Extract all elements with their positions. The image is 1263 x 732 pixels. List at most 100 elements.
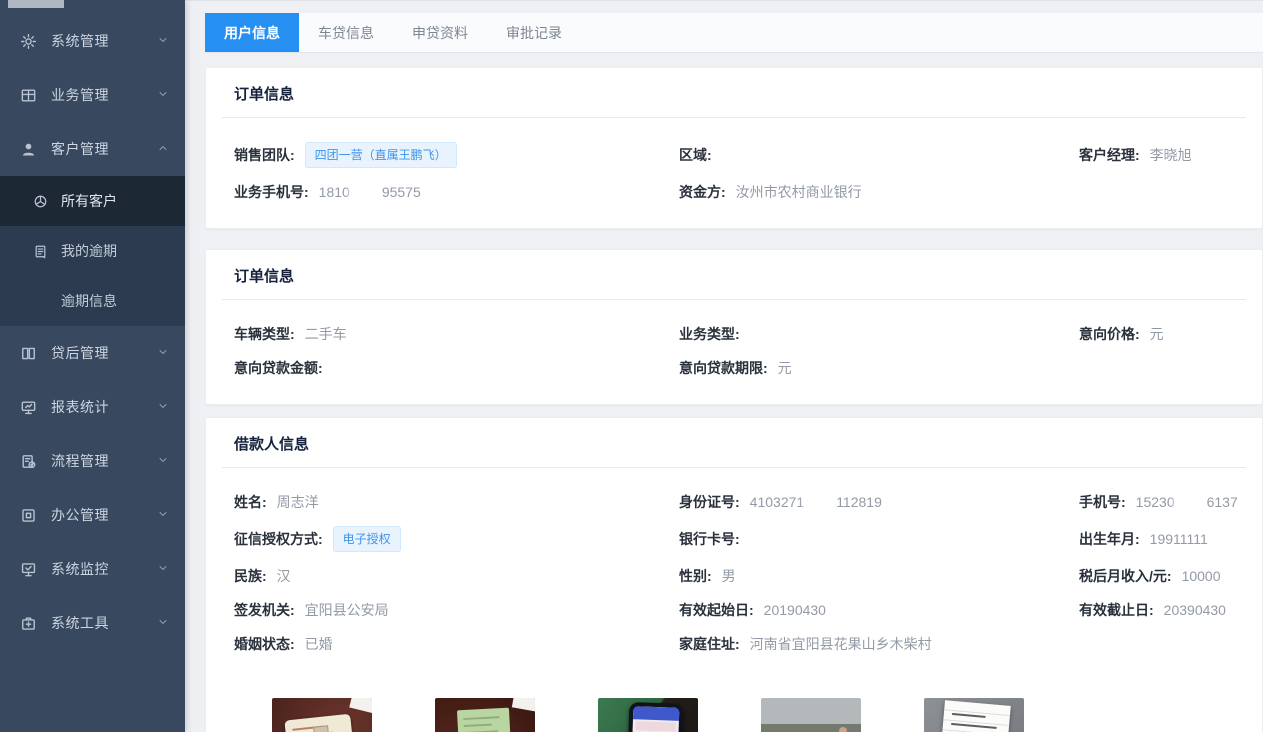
- photo-driver-license[interactable]: 驾驶证照片: [435, 698, 535, 732]
- field-label: 有效截止日:: [1079, 600, 1154, 620]
- sidebar-item-customer-management[interactable]: 客户管理: [0, 122, 185, 176]
- phone-suffix: 95575: [382, 184, 421, 200]
- sidebar-item-label: 系统监控: [51, 559, 157, 579]
- field-customer-manager: 客户经理: 李晓旭: [1079, 142, 1246, 168]
- field-credit-auth-method: 征信授权方式: 电子授权: [234, 526, 679, 552]
- auth-screenshot-thumbnail[interactable]: [598, 698, 698, 732]
- tab-approval-records[interactable]: 审批记录: [487, 13, 581, 52]
- field-intended-loan-term: 意向贷款期限: 元: [679, 358, 1079, 378]
- tab-car-loan-info[interactable]: 车贷信息: [299, 13, 393, 52]
- field-label: 手机号:: [1079, 492, 1126, 512]
- field-value: 宜阳县公安局: [305, 600, 389, 620]
- document-photo-thumbnail[interactable]: [924, 698, 1024, 732]
- field-valid-to: 有效截止日: 20390430: [1079, 600, 1246, 620]
- chevron-up-icon: [157, 141, 169, 157]
- tab-label: 车贷信息: [318, 23, 374, 43]
- sidebar-item-office-management[interactable]: 办公管理: [0, 488, 185, 542]
- document-edit-icon: [20, 453, 38, 470]
- field-intended-price: 意向价格: 元: [1079, 324, 1246, 344]
- sidebar-item-all-customers[interactable]: 所有客户: [0, 176, 185, 226]
- sidebar-item-overdue-info[interactable]: 逾期信息: [0, 276, 185, 326]
- field-value: 男: [722, 566, 736, 586]
- sidebar-item-label: 报表统计: [51, 397, 157, 417]
- sidebar-item-system-tools[interactable]: 系统工具: [0, 596, 185, 650]
- field-value: 河南省宜阳县花果山乡木柴村: [750, 634, 932, 654]
- tab-label: 申贷资料: [412, 23, 468, 43]
- sidebar-item-label: 系统工具: [51, 613, 157, 633]
- sales-team-tag[interactable]: 四团一营（直属王鹏飞）: [305, 142, 457, 168]
- paper-sheet-shape: [937, 700, 1011, 732]
- monitor-icon: [20, 399, 38, 416]
- monitor-check-icon: [20, 561, 38, 578]
- tab-loan-application-docs[interactable]: 申贷资料: [393, 13, 487, 52]
- id-prefix: 4103271: [750, 494, 805, 510]
- id-card-photo-thumbnail[interactable]: [272, 698, 372, 732]
- field-label: 家庭住址:: [679, 634, 740, 654]
- main-content: 用户信息 车贷信息 申贷资料 审批记录 订单信息 销售团队: 四团一营（直属王鹏…: [185, 0, 1263, 732]
- chevron-down-icon: [157, 507, 169, 523]
- field-business-type: 业务类型:: [679, 324, 1079, 344]
- chevron-down-icon: [157, 345, 169, 361]
- field-value: 二手车: [305, 324, 347, 344]
- field-value: 20390430: [1164, 600, 1226, 620]
- field-value: 10000: [1182, 566, 1221, 586]
- field-label: 签发机关:: [234, 600, 295, 620]
- field-label: 区域:: [679, 145, 712, 165]
- chevron-down-icon: [157, 399, 169, 415]
- sidebar-item-business-management[interactable]: 业务管理: [0, 68, 185, 122]
- field-label: 资金方:: [679, 182, 726, 202]
- redaction-blur: [806, 496, 834, 508]
- photo-row: 身份证: [234, 668, 1246, 732]
- field-gender: 性别: 男: [679, 566, 1079, 586]
- photo-id-card[interactable]: 身份证: [272, 698, 372, 732]
- sidebar-item-process-management[interactable]: 流程管理: [0, 434, 185, 488]
- driver-license-photo-thumbnail[interactable]: [435, 698, 535, 732]
- section-title: 订单信息: [206, 250, 1262, 299]
- person-car-photo-thumbnail[interactable]: [761, 698, 861, 732]
- field-label: 银行卡号:: [679, 529, 740, 549]
- field-value: 元: [778, 358, 792, 378]
- field-row: 签发机关: 宜阳县公安局 有效起始日: 20190430 有效截止日: 2039…: [234, 600, 1246, 620]
- chevron-down-icon: [157, 87, 169, 103]
- toolbox-icon: [20, 615, 38, 632]
- open-book-icon: [20, 345, 38, 362]
- field-empty: [1079, 182, 1246, 202]
- paper-scrap: [512, 698, 535, 712]
- portrait-shape: [313, 725, 330, 732]
- sidebar-item-system-management[interactable]: 系统管理: [0, 14, 185, 68]
- field-row: 车辆类型: 二手车 业务类型: 意向价格: 元: [234, 324, 1246, 344]
- sidebar-item-my-overdue[interactable]: 我的逾期: [0, 226, 185, 276]
- field-business-phone: 业务手机号: 181095575: [234, 182, 679, 202]
- field-label: 出生年月:: [1079, 529, 1140, 549]
- notebook-icon: [33, 244, 49, 259]
- field-label: 销售团队:: [234, 145, 295, 165]
- field-bank-card: 银行卡号:: [679, 526, 1079, 552]
- photo-document[interactable]: 补充材料: [924, 698, 1024, 732]
- field-value: 181095575: [319, 182, 421, 202]
- redaction-blur: [352, 186, 380, 198]
- field-value: 152306137: [1136, 492, 1238, 512]
- field-mobile-phone: 手机号: 152306137: [1079, 492, 1246, 512]
- sidebar-item-system-monitor[interactable]: 系统监控: [0, 542, 185, 596]
- field-row: 征信授权方式: 电子授权 银行卡号: 出生年月: 19911111: [234, 526, 1246, 552]
- field-birth-date: 出生年月: 19911111: [1079, 526, 1246, 552]
- field-value: 20190430: [764, 600, 826, 620]
- credit-auth-tag[interactable]: 电子授权: [333, 526, 401, 552]
- field-value: 元: [1150, 324, 1164, 344]
- sidebar-item-report-statistics[interactable]: 报表统计: [0, 380, 185, 434]
- field-row: 姓名: 周志洋 身份证号: 4103271112819 手机号: 1523061…: [234, 492, 1246, 512]
- sidebar-item-label: 办公管理: [51, 505, 157, 525]
- sidebar-submenu-customer: 所有客户 我的逾期 逾期信息: [0, 176, 185, 326]
- order-info-card-2: 订单信息 车辆类型: 二手车 业务类型: 意向价格: 元: [205, 249, 1263, 405]
- tab-bar: 用户信息 车贷信息 申贷资料 审批记录: [205, 13, 1263, 53]
- gear-icon: [20, 33, 38, 50]
- sidebar-item-postloan-management[interactable]: 贷后管理: [0, 326, 185, 380]
- photo-auth-qr[interactable]: 授权截图: [598, 698, 698, 732]
- photo-person-car[interactable]: 人车合影: [761, 698, 861, 732]
- sidebar-item-label: 业务管理: [51, 85, 157, 105]
- chevron-down-icon: [157, 615, 169, 631]
- tab-user-info[interactable]: 用户信息: [205, 13, 299, 52]
- redaction-blur: [1177, 496, 1205, 508]
- id-suffix: 112819: [836, 494, 882, 510]
- phone-screen: [631, 706, 680, 732]
